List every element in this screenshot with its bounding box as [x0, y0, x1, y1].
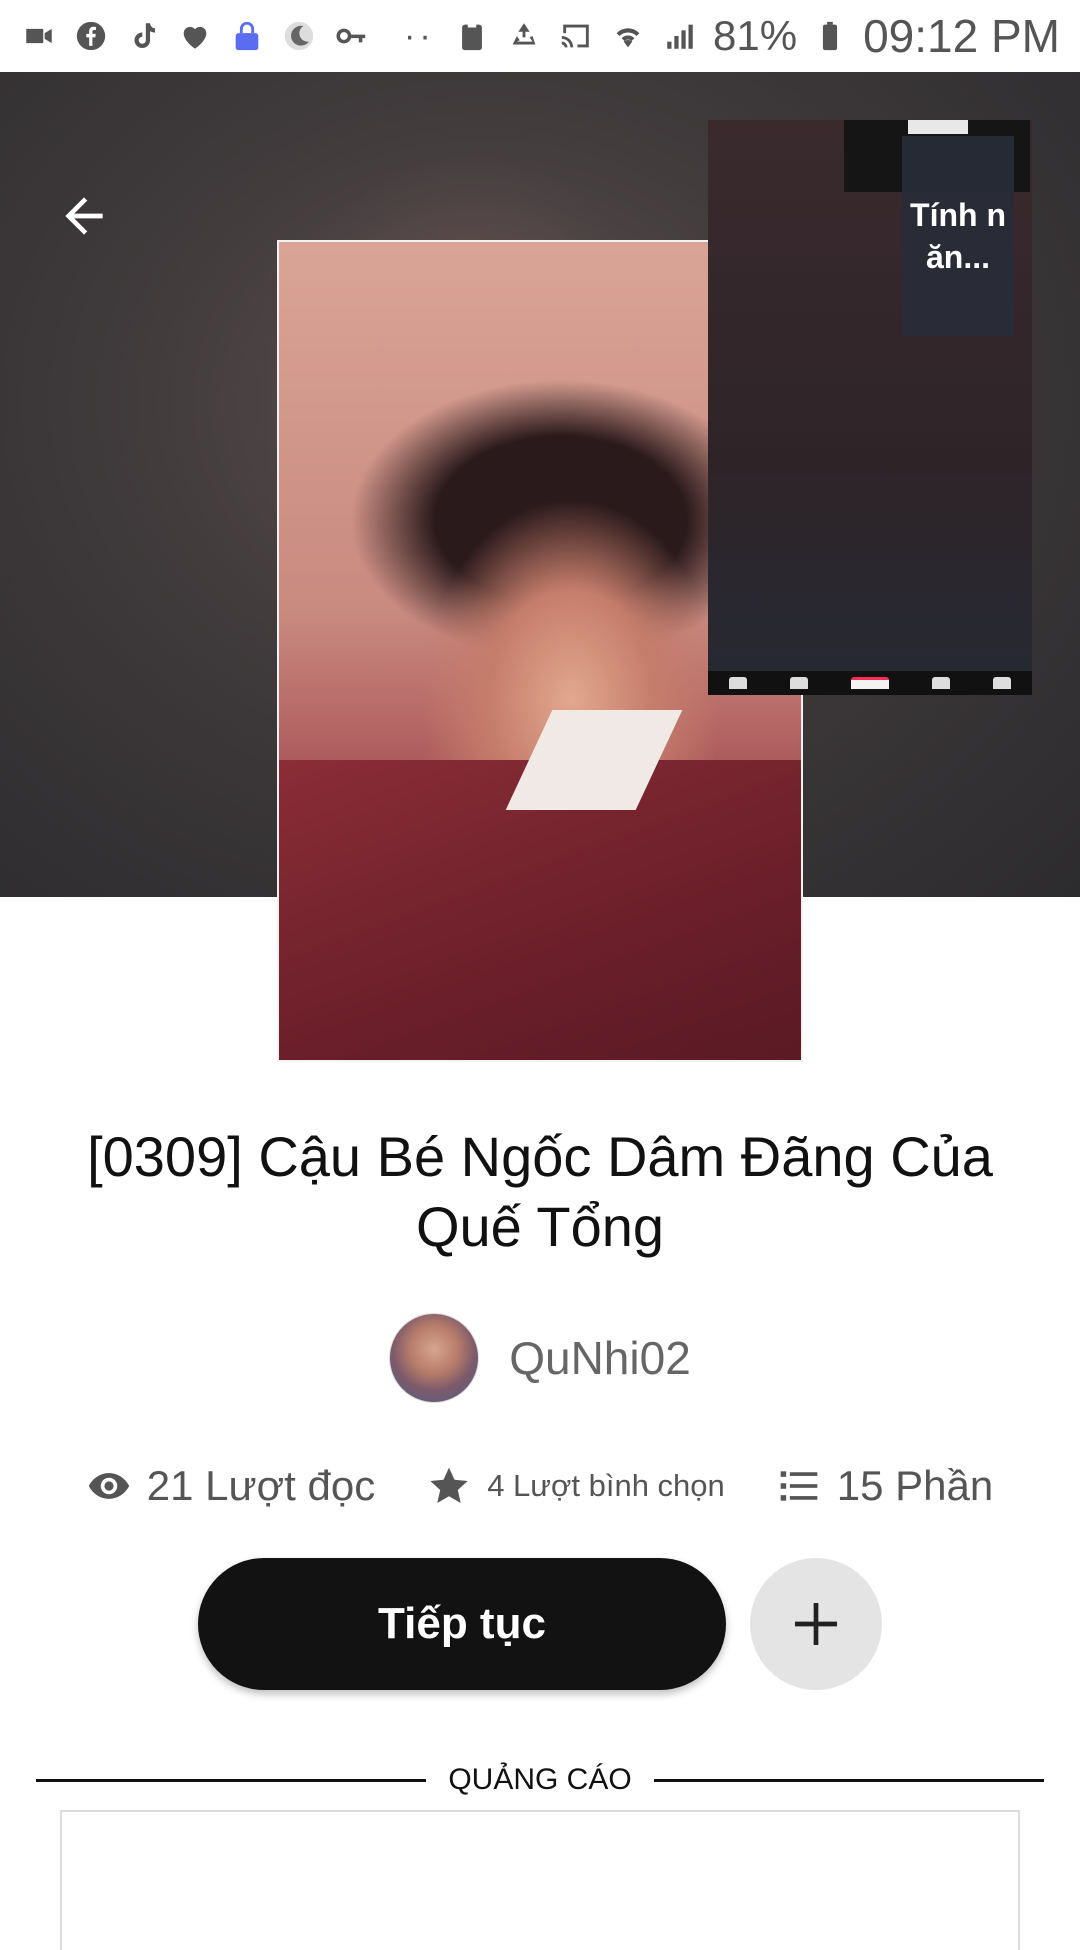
- recycle-icon: [505, 17, 543, 55]
- overlay-profile-icon: [992, 677, 1011, 689]
- author-avatar[interactable]: [389, 1313, 480, 1403]
- overlay-navbar: [708, 671, 1032, 695]
- video-icon: [20, 17, 58, 55]
- overlay-inbox-icon: [931, 677, 950, 689]
- overlay-home-icon: [729, 677, 748, 689]
- status-bar-system: 81% 09:12 PM: [453, 9, 1060, 63]
- key-icon: [332, 17, 370, 55]
- ad-divider: QUẢNG CÁO: [36, 1760, 1045, 1800]
- moon-icon: [280, 17, 318, 55]
- overlay-discover-icon: [790, 677, 809, 689]
- author-name[interactable]: QuNhi02: [509, 1331, 691, 1385]
- divider-line-right: [653, 1778, 1045, 1782]
- wifi-icon: [609, 17, 647, 55]
- star-icon: [430, 1467, 468, 1504]
- lock-icon: [228, 17, 266, 55]
- clock: 09:12 PM: [863, 10, 1060, 62]
- stat-reads: 21 Lượt đọc: [87, 1462, 375, 1510]
- battery-icon: [811, 17, 849, 55]
- clipboard-icon: [453, 17, 491, 55]
- story-title: [0309] Cậu Bé Ngốc Dâm Đãng Của Quế Tổng: [87, 1125, 993, 1258]
- ad-container[interactable]: [60, 1810, 1020, 1950]
- floating-overlay-window[interactable]: Tính năn...: [708, 120, 1032, 695]
- facebook-icon: [72, 17, 110, 55]
- status-bar: ·· 81% 09:12 PM: [0, 0, 1080, 72]
- status-bar-notifications: ··: [20, 17, 453, 56]
- overlay-feature-badge[interactable]: Tính năn...: [902, 136, 1014, 336]
- add-to-library-button[interactable]: [750, 1558, 882, 1690]
- story-stats: 21 Lượt đọc 4 Lượt bình chọn 15 Phần: [0, 1452, 1080, 1520]
- back-button[interactable]: [48, 180, 120, 252]
- continue-reading-button[interactable]: Tiếp tục: [198, 1558, 726, 1690]
- more-notifications-icon: ··: [404, 16, 435, 55]
- battery-percent: 81%: [713, 12, 798, 59]
- tiktok-icon: [124, 17, 162, 55]
- eye-icon: [88, 1473, 129, 1499]
- stat-votes: 4 Lượt bình chọn: [427, 1464, 725, 1508]
- heart-icon: [176, 17, 214, 55]
- parts-count[interactable]: 15 Phần: [837, 1462, 993, 1510]
- overlay-create-icon: [850, 677, 889, 689]
- story-actions: Tiếp tục: [0, 1558, 1080, 1692]
- plus-icon: [795, 1603, 837, 1645]
- votes-count: 4 Lượt bình chọn: [487, 1468, 725, 1503]
- overlay-tab: [908, 120, 968, 134]
- divider-line-left: [36, 1778, 427, 1782]
- overlay-badge-text: Tính năn...: [910, 197, 1006, 275]
- list-icon: [780, 1471, 818, 1501]
- signal-icon: [661, 17, 699, 55]
- arrow-left-icon: [65, 197, 103, 235]
- reads-count: 21 Lượt đọc: [146, 1462, 376, 1509]
- stat-parts[interactable]: 15 Phần: [777, 1462, 993, 1510]
- cast-icon: [557, 17, 595, 55]
- ad-label: QUẢNG CÁO: [448, 1763, 632, 1796]
- author-row[interactable]: QuNhi02: [0, 1312, 1080, 1404]
